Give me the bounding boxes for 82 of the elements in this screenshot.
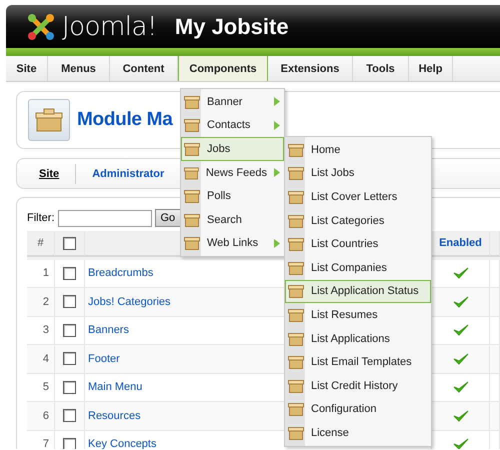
package-icon <box>288 402 304 416</box>
package-icon <box>288 237 304 252</box>
row-number: 4 <box>27 345 55 374</box>
module-link[interactable]: Banners <box>88 324 129 336</box>
column-header[interactable]: Enabled <box>439 237 482 249</box>
menu-item[interactable]: Components <box>178 56 268 81</box>
site-title: My Jobsite <box>174 14 289 40</box>
menu-item[interactable]: Tools <box>353 56 409 81</box>
checkmark-icon[interactable] <box>452 294 468 309</box>
menu-item[interactable]: List Companies <box>285 256 431 280</box>
menu-item[interactable]: Contacts <box>181 114 284 138</box>
menu-item[interactable]: Jobs <box>181 137 284 161</box>
module-link[interactable]: Breadcrumbs <box>88 267 154 280</box>
package-icon <box>184 189 200 204</box>
menu-item[interactable]: Search <box>181 208 284 232</box>
filter-field[interactable] <box>58 210 152 226</box>
menu-item[interactable]: Help <box>409 56 453 81</box>
menu-item[interactable]: News Feeds <box>181 160 284 184</box>
package-icon <box>184 118 200 132</box>
row-number: 2 <box>27 288 55 316</box>
filter-label: Filter: <box>27 212 54 224</box>
package-icon <box>288 426 304 440</box>
package-icon <box>288 378 304 393</box>
menu-item[interactable]: List Jobs <box>285 162 431 186</box>
checkbox[interactable] <box>63 295 76 308</box>
package-icon <box>288 284 304 298</box>
menu-item[interactable]: Menus <box>48 56 110 81</box>
row-number: 7 <box>27 430 55 449</box>
package-icon <box>288 332 304 346</box>
logo-icon <box>26 12 56 42</box>
menu-item[interactable]: List Email Templates <box>285 350 431 374</box>
module-link[interactable]: Main Menu <box>88 381 142 394</box>
menu-item[interactable]: License <box>285 421 431 445</box>
module-link[interactable]: Footer <box>88 352 120 365</box>
package-icon <box>288 142 304 157</box>
package-icon <box>184 142 200 156</box>
go-button[interactable]: Go <box>154 209 182 227</box>
menu-item[interactable]: Extensions <box>268 56 353 81</box>
module-link[interactable]: Resources <box>88 410 141 422</box>
logo-text: Joomla! <box>62 12 157 42</box>
menu-item[interactable]: List Countries <box>285 232 431 256</box>
package-icon <box>184 166 199 180</box>
menu-item[interactable]: Polls <box>181 184 284 208</box>
checkbox[interactable] <box>63 438 76 449</box>
column-header: # <box>37 237 44 249</box>
menu-item[interactable]: List Categories <box>285 208 431 232</box>
sub-tab[interactable]: Site <box>39 164 76 184</box>
menu-item[interactable]: Site <box>6 56 48 81</box>
menu-item[interactable]: Configuration <box>285 398 431 422</box>
menu-item[interactable]: List Credit History <box>285 374 431 398</box>
menu-item[interactable]: List Resumes <box>285 303 431 327</box>
menu-item[interactable]: Web Links <box>181 232 284 256</box>
package-icon <box>288 190 304 204</box>
checkbox[interactable] <box>63 352 76 366</box>
row-number: 6 <box>27 402 55 430</box>
checkmark-icon[interactable] <box>452 352 468 366</box>
checkbox[interactable] <box>63 324 76 337</box>
checkbox[interactable] <box>63 236 76 250</box>
menu-item[interactable]: List Cover Letters <box>285 185 431 209</box>
menu-item[interactable]: Banner <box>181 90 284 114</box>
checkmark-icon[interactable] <box>452 266 468 280</box>
module-link[interactable]: Jobs! Categories <box>88 296 171 308</box>
package-icon <box>288 355 304 370</box>
menu-item[interactable]: List Application Status <box>285 280 431 304</box>
checkbox[interactable] <box>63 380 76 394</box>
checkmark-icon[interactable] <box>452 408 468 423</box>
checkmark-icon[interactable] <box>452 323 468 338</box>
page-title: Module Ma <box>77 109 172 131</box>
package-icon <box>288 308 304 322</box>
package-icon <box>288 260 304 275</box>
module-icon <box>28 99 70 141</box>
package-icon <box>288 214 304 228</box>
checkbox[interactable] <box>63 266 76 280</box>
menu-item[interactable]: Home <box>285 138 431 162</box>
package-icon <box>184 212 200 227</box>
menu-item[interactable]: List Applications <box>285 326 431 350</box>
checkmark-icon[interactable] <box>452 437 468 449</box>
package-icon <box>184 236 200 250</box>
package-icon <box>288 166 304 180</box>
checkbox[interactable] <box>63 409 76 422</box>
checkmark-icon[interactable] <box>452 380 468 394</box>
package-icon <box>184 94 200 109</box>
